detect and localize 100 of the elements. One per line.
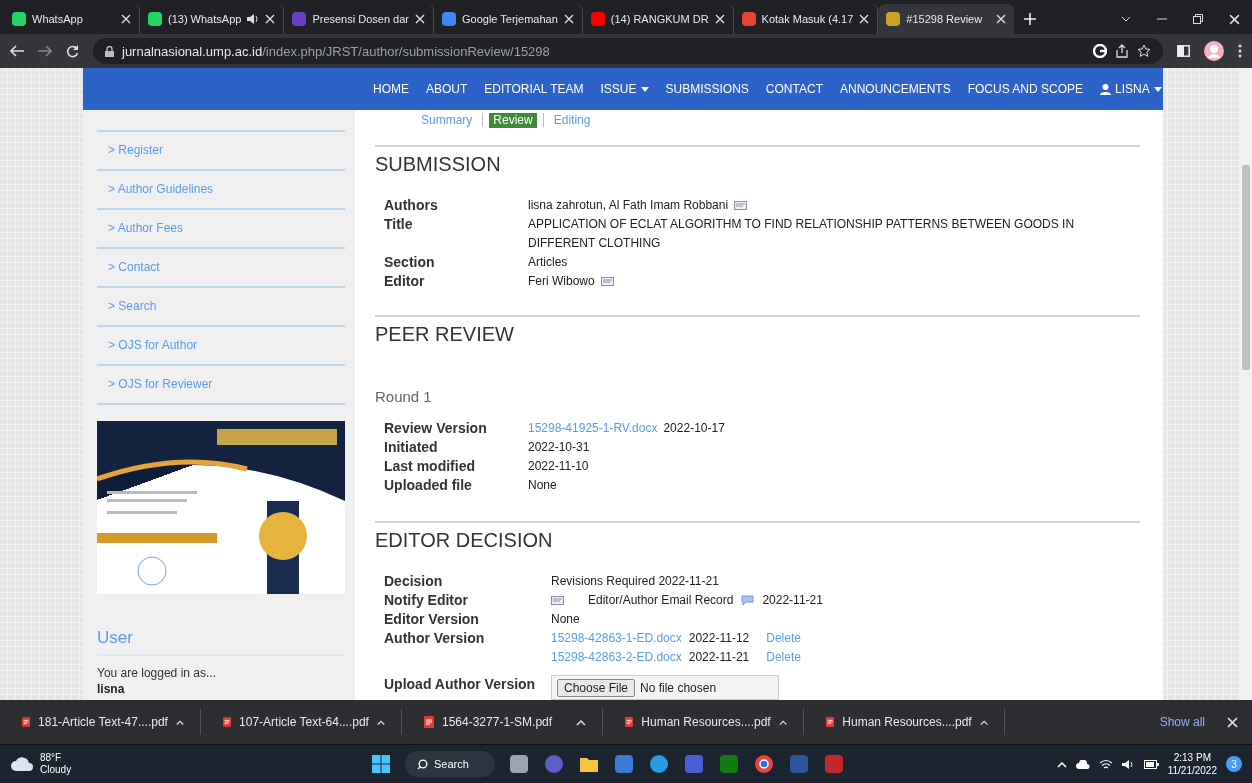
chevron-down-icon[interactable]: [1121, 16, 1131, 22]
field-value: APPLICATION OF ECLAT ALGORITHM TO FIND RELATIONSHIP PATTERNS BETWEEN GOODS IN DIFFERENT CLOTHING: [528, 216, 1076, 252]
google-g-icon[interactable]: [1093, 44, 1107, 58]
browser-tab[interactable]: #15298 Review: [878, 4, 1015, 34]
forward-arrow-icon[interactable]: [38, 45, 52, 57]
field-value: Revisions Required 2022-11-21: [551, 573, 719, 590]
chevron-up-icon[interactable]: [979, 718, 988, 726]
file-link[interactable]: 15298-41925-1-RV.docx: [528, 419, 658, 438]
close-icon[interactable]: [1229, 13, 1240, 25]
share-icon[interactable]: [1115, 44, 1129, 58]
app-icon[interactable]: [718, 753, 740, 775]
speech-bubble-icon[interactable]: [741, 595, 755, 606]
page-tab[interactable]: Review: [489, 112, 537, 128]
chevron-up-icon[interactable]: [175, 718, 184, 726]
field-value: 2022-11-21: [762, 592, 823, 609]
app-icon[interactable]: [823, 753, 845, 775]
field-value: 2022-11-21: [688, 649, 750, 666]
weather-text: Cloudy: [40, 764, 72, 776]
restore-icon[interactable]: [1193, 14, 1203, 24]
app-icon[interactable]: [648, 753, 670, 775]
star-icon[interactable]: [1137, 44, 1151, 58]
nav-link[interactable]: CONTACT: [765, 82, 823, 96]
section-heading: EDITOR DECISION: [375, 529, 554, 552]
field-label: Editor Version: [384, 610, 480, 629]
close-icon[interactable]: [859, 14, 870, 24]
download-item[interactable]: Human Resources....pdf: [804, 709, 1005, 735]
chevron-up-icon[interactable]: [778, 718, 787, 726]
field-value: 2022-11-12: [688, 630, 750, 647]
nav-link[interactable]: FOCUS AND SCOPE: [967, 82, 1083, 96]
clock-date[interactable]: 11/21/2022: [1167, 764, 1217, 777]
nav-link[interactable]: LISNA: [1100, 82, 1162, 96]
pdf-file-icon: [424, 716, 434, 728]
app-icon[interactable]: [613, 753, 635, 775]
cloud-icon: [10, 756, 34, 772]
field-label: Title: [384, 215, 414, 234]
app-icon[interactable]: [508, 753, 530, 775]
file-input[interactable]: Choose File No file chosen: [551, 675, 779, 700]
field-label: Section: [384, 253, 436, 272]
app-icon[interactable]: [683, 753, 705, 775]
page-tab[interactable]: Summary: [417, 112, 477, 128]
envelope-icon[interactable]: [734, 201, 748, 210]
round-title: Round 1: [375, 388, 433, 405]
reload-icon[interactable]: [66, 44, 79, 58]
wifi-icon[interactable]: [1098, 758, 1113, 770]
battery-icon[interactable]: [1143, 759, 1159, 769]
chevron-up-icon[interactable]: [376, 718, 385, 726]
notification-badge[interactable]: 3: [1226, 756, 1242, 772]
address-field[interactable]: jurnalnasional.ump.ac.id/index.php/JRST/author/submissionReview/15298: [93, 38, 1163, 64]
nav-link[interactable]: ABOUT: [426, 82, 468, 96]
download-item[interactable]: 1564-3277-1-SM.pdf: [402, 709, 603, 735]
nav-link[interactable]: ISSUE: [600, 82, 649, 96]
field-label: Decision: [384, 572, 444, 591]
field-label: Authors: [384, 196, 439, 215]
field-value: None: [528, 477, 557, 494]
field-label: Review Version: [384, 419, 488, 438]
nav-link[interactable]: HOME: [373, 82, 409, 96]
plus-icon[interactable]: [1024, 13, 1037, 25]
pdf-file-icon: [625, 716, 634, 728]
envelope-icon[interactable]: [551, 596, 564, 605]
nav-link[interactable]: EDITORIAL TEAM: [484, 82, 584, 96]
taskbar-search[interactable]: Search: [405, 751, 495, 777]
speaker-icon[interactable]: [1121, 758, 1135, 770]
field-value: 2022-10-31: [528, 439, 590, 456]
nav-link[interactable]: ANNOUNCEMENTS: [839, 82, 951, 96]
avatar-icon[interactable]: [1204, 41, 1224, 61]
more-vertical-icon[interactable]: [1238, 44, 1242, 58]
field-value: lisna zahrotun, Al Fath Imam Robbani: [528, 197, 729, 214]
caret-down-icon: [640, 86, 649, 92]
chevron-up-icon[interactable]: [576, 718, 586, 726]
file-link[interactable]: 15298-42863-2-ED.docx: [551, 648, 682, 667]
page-tab[interactable]: Editing: [549, 112, 595, 128]
download-item[interactable]: 107-Article Text-64....pdf: [201, 709, 402, 735]
clock-time[interactable]: 2:13 PM: [1167, 751, 1217, 764]
nav-link[interactable]: SUBMISSIONS: [665, 82, 749, 96]
speaker-icon[interactable]: [247, 14, 260, 24]
close-icon[interactable]: [714, 14, 725, 24]
close-icon[interactable]: [121, 14, 131, 24]
show-all-link[interactable]: Show all: [1159, 715, 1205, 729]
field-value: Editor/Author Email Record: [588, 592, 734, 609]
close-icon[interactable]: [996, 14, 1007, 24]
file-link[interactable]: 15298-42863-1-ED.docx: [551, 629, 682, 648]
scrollbar[interactable]: [1240, 68, 1252, 700]
back-arrow-icon[interactable]: [10, 45, 24, 57]
close-icon[interactable]: [415, 14, 425, 24]
download-item[interactable]: Human Resources....pdf: [603, 709, 804, 735]
field-value: 2022-10-17: [663, 420, 725, 437]
close-icon[interactable]: [265, 14, 276, 24]
field-label: Upload Author Version: [384, 675, 537, 694]
delete-link[interactable]: Delete: [766, 648, 801, 667]
chat-icon[interactable]: [543, 753, 565, 775]
delete-link[interactable]: Delete: [766, 629, 801, 648]
sidebar-panel-icon[interactable]: [1177, 45, 1190, 57]
envelope-icon[interactable]: [600, 277, 614, 286]
cloud-icon[interactable]: [1075, 759, 1090, 769]
chrome-icon[interactable]: [753, 753, 775, 775]
lock-icon: [105, 45, 114, 57]
download-item[interactable]: 181-Article Text-47....pdf: [0, 709, 201, 735]
close-icon[interactable]: [563, 14, 574, 24]
windows-logo-icon[interactable]: [370, 753, 392, 775]
close-icon[interactable]: [1227, 716, 1238, 728]
